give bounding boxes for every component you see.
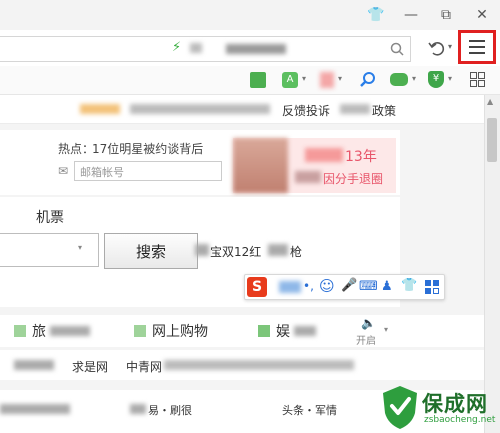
mail-input[interactable]: 邮箱帐号 <box>74 161 222 181</box>
reader-icon[interactable] <box>250 72 266 88</box>
user-icon[interactable]: ♟ <box>381 279 393 294</box>
ime-mode-icon[interactable] <box>279 281 301 293</box>
find-icon[interactable] <box>360 71 376 87</box>
dropdown-icon[interactable]: ▾ <box>302 74 306 83</box>
link-qiushi[interactable]: 求是网 <box>72 358 108 375</box>
news-item[interactable]: 易・刷很 <box>148 402 192 418</box>
news-blurred[interactable] <box>0 404 70 414</box>
toolbox-icon[interactable] <box>425 280 439 294</box>
quick-tiles-row: 旅 网上购物 娱 🔈 开启 ▾ <box>0 315 484 347</box>
menu-line-icon <box>469 52 485 54</box>
watermark-text: 保成网 <box>422 392 488 416</box>
close-button[interactable]: ✕ <box>466 0 498 30</box>
gamepad-icon[interactable] <box>390 73 408 86</box>
hot-news-link[interactable]: 17位明星被约谈背后 <box>92 140 203 157</box>
url-text <box>226 44 286 54</box>
translate-icon[interactable]: A <box>282 72 298 88</box>
link-blurred[interactable] <box>14 360 54 370</box>
dropdown-icon[interactable]: ▾ <box>338 74 342 83</box>
speed-icon: ⚡ <box>172 40 182 55</box>
info-card: 热点： 17位明星被约谈背后 ✉ 邮箱帐号 13年 因分手退圈 <box>0 130 400 195</box>
scroll-up-icon[interactable]: ▲ <box>487 97 493 106</box>
ad-title: 13年 <box>345 149 377 165</box>
tile-entertainment[interactable]: 娱 <box>258 316 316 346</box>
keyboard-icon[interactable]: ⌨ <box>359 279 378 294</box>
watermark-url: zsbaocheng.net <box>424 415 496 425</box>
shield-logo-icon <box>383 386 417 429</box>
extension-icon[interactable] <box>320 72 334 88</box>
news-blurred[interactable] <box>130 404 146 414</box>
page-top-nav: 反馈投诉 政策 <box>0 95 484 124</box>
search-tab-flights[interactable]: 机票 <box>36 207 64 227</box>
mail-placeholder: 邮箱帐号 <box>80 166 124 179</box>
tile-travel[interactable]: 旅 <box>14 316 90 346</box>
restore-button[interactable]: ⧉ <box>430 0 462 30</box>
skin-shirt-icon[interactable]: 👕 <box>401 278 417 293</box>
link-youth[interactable]: 中青网 <box>126 358 162 375</box>
undo-icon[interactable] <box>428 39 446 57</box>
news-item[interactable]: 头条・军情 <box>282 402 337 418</box>
mail-icon: ✉ <box>58 164 69 178</box>
ad-subtitle: 因分手退圈 <box>323 172 384 186</box>
sound-toggle[interactable]: 🔈 开启 <box>354 315 382 347</box>
dropdown-icon[interactable]: ▾ <box>448 74 452 83</box>
undo-dropdown-icon[interactable]: ▾ <box>448 42 452 51</box>
ad-banner[interactable]: 13年 因分手退圈 <box>233 138 396 193</box>
nav-item-blurred[interactable] <box>130 104 270 114</box>
ad-title-blurred <box>305 148 343 162</box>
title-bar: 👕 — ⧉ ✕ <box>0 0 500 30</box>
shield-icon <box>190 43 202 53</box>
chevron-down-icon[interactable]: ▾ <box>78 243 82 252</box>
minimize-button[interactable]: — <box>395 0 427 30</box>
punctuation-icon[interactable]: •, <box>303 279 314 293</box>
scroll-thumb[interactable] <box>487 118 497 162</box>
emoji-icon[interactable]: ☺ <box>319 277 335 295</box>
entertainment-icon <box>258 325 270 337</box>
search-input[interactable]: ▾ <box>0 233 99 267</box>
microphone-icon[interactable]: 🎤 <box>341 278 357 293</box>
nav-item-blurred[interactable] <box>80 104 120 114</box>
suggestion-blur <box>268 244 288 256</box>
main-menu-button[interactable] <box>458 30 496 64</box>
apps-grid-icon[interactable] <box>470 72 485 87</box>
menu-line-icon <box>469 46 485 48</box>
suggestion-blur <box>195 244 209 256</box>
ad-subtitle-blurred <box>295 171 321 183</box>
search-icon[interactable] <box>390 42 404 56</box>
shopping-icon <box>134 325 146 337</box>
speaker-icon: 🔈 <box>361 316 376 330</box>
ime-toolbar: S •, ☺ 🎤 ⌨ ♟ 👕 <box>244 274 445 300</box>
address-bar: ⚡ ▾ <box>0 30 500 67</box>
nav-item-policy[interactable]: 政策 <box>372 102 396 119</box>
link-blurred[interactable] <box>164 360 354 370</box>
toolbar: A ▾ ▾ ▾ ¥ ▾ <box>0 66 500 95</box>
security-shield-icon[interactable]: ¥ <box>428 71 444 88</box>
nav-item-feedback[interactable]: 反馈投诉 <box>282 102 330 119</box>
chevron-down-icon[interactable]: ▾ <box>384 325 388 334</box>
skin-icon[interactable]: 👕 <box>360 0 392 30</box>
sogou-logo-icon[interactable]: S <box>247 277 267 297</box>
search-button[interactable]: 搜索 <box>104 233 198 269</box>
watermark: 保成网 zsbaocheng.net <box>380 384 500 433</box>
links-row: 求是网 中青网 <box>0 350 484 380</box>
search-suggestion-tail: 枪 <box>290 245 303 259</box>
tile-shopping[interactable]: 网上购物 <box>134 316 208 346</box>
url-input[interactable]: ⚡ <box>0 36 411 62</box>
hot-label: 热点： <box>58 142 95 156</box>
ad-image <box>233 138 288 193</box>
nav-item-blurred[interactable] <box>340 104 370 114</box>
dropdown-icon[interactable]: ▾ <box>412 74 416 83</box>
travel-icon <box>14 325 26 337</box>
sound-label: 开启 <box>356 336 376 347</box>
menu-line-icon <box>469 40 485 42</box>
search-suggestion[interactable]: 宝双12红 <box>210 243 261 260</box>
